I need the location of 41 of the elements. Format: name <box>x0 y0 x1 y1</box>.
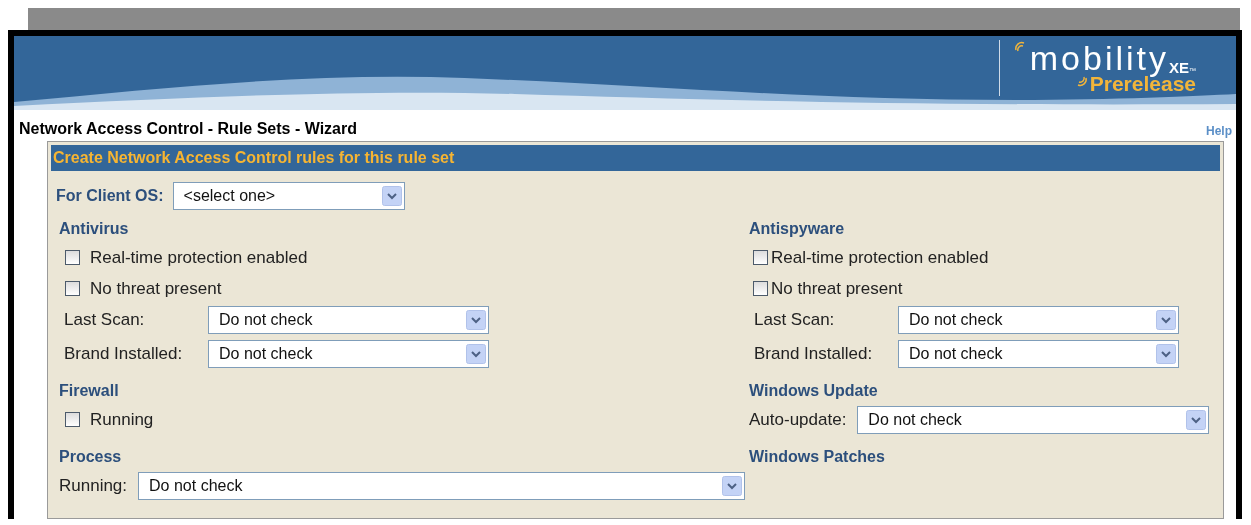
checkbox[interactable] <box>753 281 768 296</box>
field-label: Running: <box>59 476 128 496</box>
field-label: Auto-update: <box>749 410 847 430</box>
checkbox-label: Real-time protection enabled <box>771 247 989 268</box>
chevron-icon <box>722 476 742 496</box>
logo-text: mobility <box>1029 40 1169 76</box>
chevron-icon <box>1156 310 1176 330</box>
section-heading: Firewall <box>59 382 120 400</box>
section-heading: Antispyware <box>749 220 846 238</box>
dropdown[interactable]: Do not check <box>898 340 1179 368</box>
section-heading: Windows Update <box>749 382 879 400</box>
field-label: Brand Installed: <box>64 344 184 364</box>
field-label: Last Scan: <box>754 310 836 330</box>
chevron-icon <box>1186 410 1206 430</box>
chevron-icon <box>381 186 402 206</box>
dropdown[interactable]: Do not check <box>138 472 745 500</box>
checkbox-label: Running <box>90 409 154 430</box>
chevron-icon <box>466 344 486 364</box>
dropdown[interactable]: Do not check <box>208 340 489 368</box>
field-label: Brand Installed: <box>754 344 874 364</box>
dropdown[interactable]: Do not check <box>898 306 1179 334</box>
checkbox-label: Real-time protection enabled <box>90 247 308 268</box>
section-heading: Windows Patches <box>749 448 886 466</box>
section-heading: Antivirus <box>59 220 130 238</box>
checkbox[interactable] <box>753 250 768 265</box>
chevron-icon <box>1156 344 1176 364</box>
checkbox[interactable] <box>65 412 80 427</box>
dropdown[interactable]: Do not check <box>208 306 489 334</box>
field-label: Last Scan: <box>64 310 146 330</box>
chevron-icon <box>466 310 486 330</box>
checkbox[interactable] <box>65 250 80 265</box>
section-heading: Process <box>59 448 123 466</box>
checkbox-label: No threat present <box>771 278 903 299</box>
dropdown[interactable]: <select one> <box>172 182 405 210</box>
logo-edition: XE <box>1169 60 1189 76</box>
checkbox[interactable] <box>65 281 80 296</box>
checkbox-label: No threat present <box>90 278 222 299</box>
page-title: Network Access Control - Rule Sets - Wizard <box>19 120 357 138</box>
field-label: For Client OS: <box>56 187 164 205</box>
panel-title: Create Network Access Control rules for this rule set <box>51 145 1220 171</box>
dropdown[interactable]: Do not check <box>857 406 1209 434</box>
